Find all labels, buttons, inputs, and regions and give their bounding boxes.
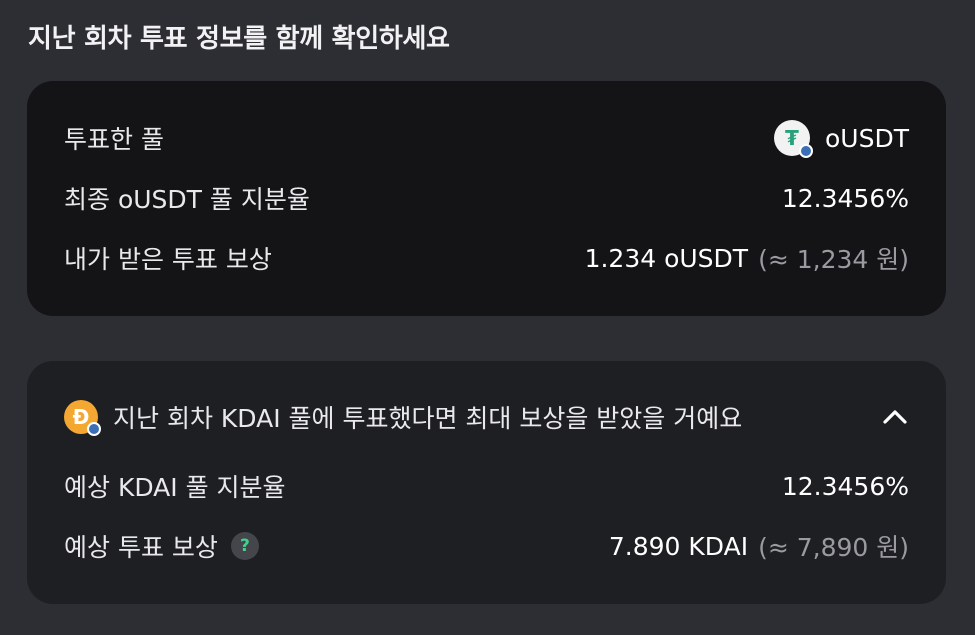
received-reward-label: 내가 받은 투표 보상 xyxy=(64,245,272,274)
alternative-header[interactable]: Đ 지난 회차 KDAI 풀에 투표했다면 최대 보상을 받았을 거예요 xyxy=(64,399,909,436)
alternative-title: 지난 회차 KDAI 풀에 투표했다면 최대 보상을 받았을 거예요 xyxy=(113,404,743,433)
usdt-token-icon: ₮ xyxy=(774,120,814,158)
expected-reward-krw: (≈ 7,890 원) xyxy=(758,533,909,562)
voted-pool-label: 투표한 풀 xyxy=(64,125,164,154)
voted-pool-row: 투표한 풀 ₮ oUSDT xyxy=(64,120,909,158)
voted-pool-token: oUSDT xyxy=(825,123,909,153)
expected-reward-amount: 7.890 KDAI xyxy=(608,531,749,561)
page-title: 지난 회차 투표 정보를 함께 확인하세요 xyxy=(28,24,450,54)
expected-reward-row: 예상 투표 보상 ? 7.890 KDAI (≈ 7,890 원) xyxy=(64,528,909,564)
expected-share-row: 예상 KDAI 풀 지분율 12.3456% xyxy=(64,468,909,504)
vote-summary-card: 투표한 풀 ₮ oUSDT 최종 oUSDT 풀 지분율 12.3456% 내가… xyxy=(27,81,946,316)
alternative-reward-card: Đ 지난 회차 KDAI 풀에 투표했다면 최대 보상을 받았을 거예요 예상 … xyxy=(27,361,946,604)
received-reward-row: 내가 받은 투표 보상 1.234 oUSDT (≈ 1,234 원) xyxy=(64,240,909,276)
expected-reward-value: 7.890 KDAI (≈ 7,890 원) xyxy=(609,528,909,564)
voted-pool-value: ₮ oUSDT xyxy=(774,120,909,158)
expected-reward-label: 예상 투표 보상 xyxy=(64,533,218,562)
final-share-value: 12.3456% xyxy=(781,183,909,213)
kdai-token-icon: Đ xyxy=(64,400,101,436)
expected-share-label: 예상 KDAI 풀 지분율 xyxy=(64,473,286,502)
final-share-row: 최종 oUSDT 풀 지분율 12.3456% xyxy=(64,180,909,216)
final-share-label: 최종 oUSDT 풀 지분율 xyxy=(64,185,310,214)
expected-share-value: 12.3456% xyxy=(781,471,909,501)
received-reward-value: 1.234 oUSDT (≈ 1,234 원) xyxy=(585,240,909,276)
received-reward-amount: 1.234 oUSDT xyxy=(584,243,749,273)
help-icon[interactable]: ? xyxy=(230,532,259,560)
chevron-up-icon[interactable] xyxy=(881,403,909,431)
received-reward-krw: (≈ 1,234 원) xyxy=(758,245,909,274)
